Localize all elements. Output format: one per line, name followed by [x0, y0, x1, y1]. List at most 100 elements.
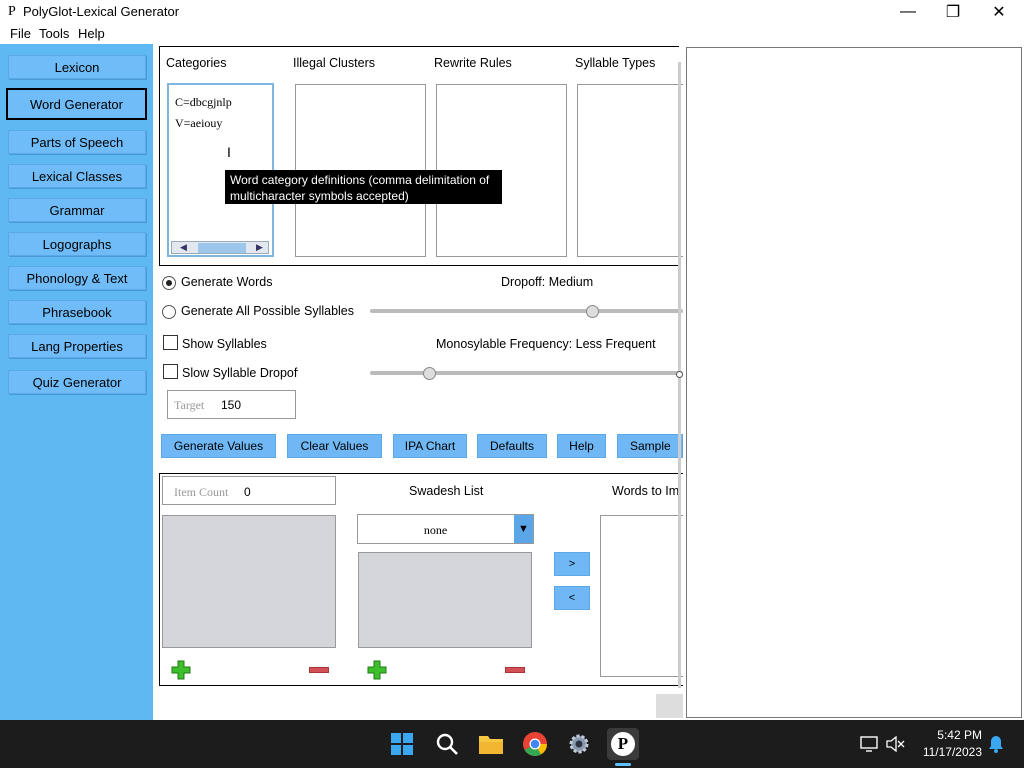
sidebar-item-phrasebook[interactable]: Phrasebook	[8, 300, 146, 324]
maximize-button[interactable]: ❐	[930, 0, 976, 24]
target-label: Target	[174, 398, 205, 412]
generated-words-panel[interactable]	[686, 47, 1022, 718]
remove-icon[interactable]	[309, 667, 329, 673]
sidebar-item-lexicon[interactable]: Lexicon	[8, 55, 146, 79]
sidebar-item-label: Lang Properties	[31, 338, 123, 354]
sidebar-item-phonology[interactable]: Phonology & Text	[8, 266, 146, 290]
add-icon[interactable]	[367, 660, 387, 680]
syllable-types-textarea[interactable]	[577, 84, 683, 257]
sidebar-item-grammar[interactable]: Grammar	[8, 198, 146, 222]
scroll-right-icon[interactable]: ▶	[256, 242, 263, 253]
dropoff-slider-track[interactable]	[370, 309, 683, 313]
menu-tools[interactable]: Tools	[39, 26, 69, 41]
sidebar-item-label: Word Generator	[30, 96, 123, 112]
partial-button[interactable]	[656, 694, 683, 718]
sidebar-item-label: Phrasebook	[42, 304, 112, 320]
syllable-types-label: Syllable Types	[575, 56, 656, 70]
sidebar: Lexicon Word Generator Parts of Speech L…	[0, 44, 153, 720]
generated-list[interactable]	[162, 515, 336, 648]
menu-file[interactable]: File	[10, 26, 31, 41]
move-left-button[interactable]: <	[554, 586, 590, 610]
show-syllables-checkbox[interactable]	[163, 335, 178, 350]
volume-muted-icon[interactable]	[883, 728, 907, 760]
word-generator-panel: Categories Illegal Clusters Rewrite Rule…	[153, 44, 683, 720]
scroll-handle[interactable]	[676, 371, 683, 378]
sidebar-item-label: Phonology & Text	[26, 270, 128, 286]
clock-time[interactable]: 5:42 PM	[916, 728, 982, 742]
minimize-button[interactable]: —	[885, 0, 931, 24]
polyglot-app-icon[interactable]: P	[607, 728, 639, 760]
generate-words-label: Generate Words	[181, 275, 273, 289]
swadesh-list[interactable]	[358, 552, 532, 648]
generate-values-button[interactable]: Generate Values	[161, 434, 276, 458]
sidebar-item-parts-of-speech[interactable]: Parts of Speech	[8, 130, 146, 154]
sidebar-item-lang-properties[interactable]: Lang Properties	[8, 334, 146, 358]
notification-bell-icon[interactable]	[984, 728, 1008, 760]
sidebar-item-word-generator[interactable]: Word Generator	[6, 88, 147, 120]
slow-dropoff-label: Slow Syllable Dropoff	[182, 366, 298, 380]
clear-values-button[interactable]: Clear Values	[287, 434, 382, 458]
sidebar-item-label: Quiz Generator	[32, 374, 122, 390]
active-app-indicator	[615, 763, 631, 766]
categories-tooltip: Word category definitions (comma delimit…	[225, 170, 502, 204]
rewrite-rules-label: Rewrite Rules	[434, 56, 512, 70]
move-right-button[interactable]: >	[554, 552, 590, 576]
ipa-chart-button[interactable]: IPA Chart	[393, 434, 467, 458]
file-explorer-icon[interactable]	[475, 728, 507, 760]
text-cursor-icon: I	[227, 144, 231, 160]
app-icon: P	[8, 4, 16, 19]
item-count-field[interactable]: Item Count 0	[162, 476, 336, 505]
add-icon[interactable]	[171, 660, 191, 680]
window-title: PolyGlot-Lexical Generator	[23, 4, 180, 19]
words-to-import-list[interactable]	[600, 515, 683, 677]
menu-help[interactable]: Help	[78, 26, 105, 41]
sidebar-item-label: Parts of Speech	[30, 134, 124, 150]
generate-words-radio[interactable]	[162, 276, 176, 290]
generate-all-radio[interactable]	[162, 305, 176, 319]
item-count-value: 0	[244, 485, 251, 499]
mono-slider-track[interactable]	[370, 371, 683, 375]
scroll-left-icon[interactable]: ◀	[180, 242, 187, 253]
target-value: 150	[221, 398, 242, 412]
settings-gear-icon[interactable]	[563, 728, 595, 760]
sidebar-item-quiz-generator[interactable]: Quiz Generator	[8, 370, 146, 394]
help-button[interactable]: Help	[557, 434, 606, 458]
sample-button[interactable]: Sample	[617, 434, 683, 458]
swadesh-select[interactable]: none ▼	[357, 514, 534, 544]
dropoff-slider-thumb[interactable]	[586, 305, 599, 318]
categories-line-1: C=dbcgjnlp	[175, 95, 232, 109]
mono-slider-thumb[interactable]	[423, 367, 437, 380]
categories-label: Categories	[166, 56, 227, 70]
sidebar-item-label: Lexicon	[54, 59, 100, 75]
close-button[interactable]: ✕	[976, 0, 1022, 24]
swadesh-list-label: Swadesh List	[409, 484, 484, 498]
tooltip-line-1: Word category definitions (comma delimit…	[230, 173, 490, 187]
mono-frequency-label: Monosylable Frequency: Less Frequent	[436, 337, 656, 351]
show-syllables-label: Show Syllables	[182, 337, 267, 351]
words-to-import-label: Words to Im	[612, 484, 680, 498]
sidebar-item-logographs[interactable]: Logographs	[8, 232, 146, 256]
clock-date[interactable]: 11/17/2023	[912, 745, 982, 759]
defaults-button[interactable]: Defaults	[477, 434, 547, 458]
remove-icon[interactable]	[505, 667, 525, 673]
dropoff-label: Dropoff: Medium	[501, 275, 594, 289]
scroll-thumb[interactable]	[198, 243, 246, 253]
sidebar-item-label: Grammar	[49, 202, 105, 218]
slow-dropoff-checkbox[interactable]	[163, 364, 178, 379]
search-icon[interactable]	[431, 728, 463, 760]
chevron-down-icon[interactable]: ▼	[514, 515, 533, 543]
categories-line-2: V=aeiouy	[175, 116, 223, 130]
tooltip-line-2: multicharacter symbols accepted)	[230, 189, 409, 203]
windows-start-icon[interactable]	[386, 728, 418, 760]
sidebar-item-lexical-classes[interactable]: Lexical Classes	[8, 164, 146, 188]
swadesh-selected-value: none	[423, 523, 448, 537]
menu-bar: File Tools Help	[0, 24, 1024, 44]
chrome-icon[interactable]	[519, 728, 551, 760]
title-bar: P PolyGlot-Lexical Generator — ❐ ✕	[0, 0, 1024, 24]
sidebar-item-label: Lexical Classes	[31, 168, 123, 184]
target-field[interactable]: Target 150	[167, 390, 296, 419]
taskbar: P 5:42 PM 11/17/2023	[0, 720, 1024, 768]
categories-scrollbar[interactable]: ◀ ▶	[171, 241, 269, 254]
display-icon[interactable]	[857, 728, 881, 760]
item-count-label: Item Count	[174, 485, 229, 499]
